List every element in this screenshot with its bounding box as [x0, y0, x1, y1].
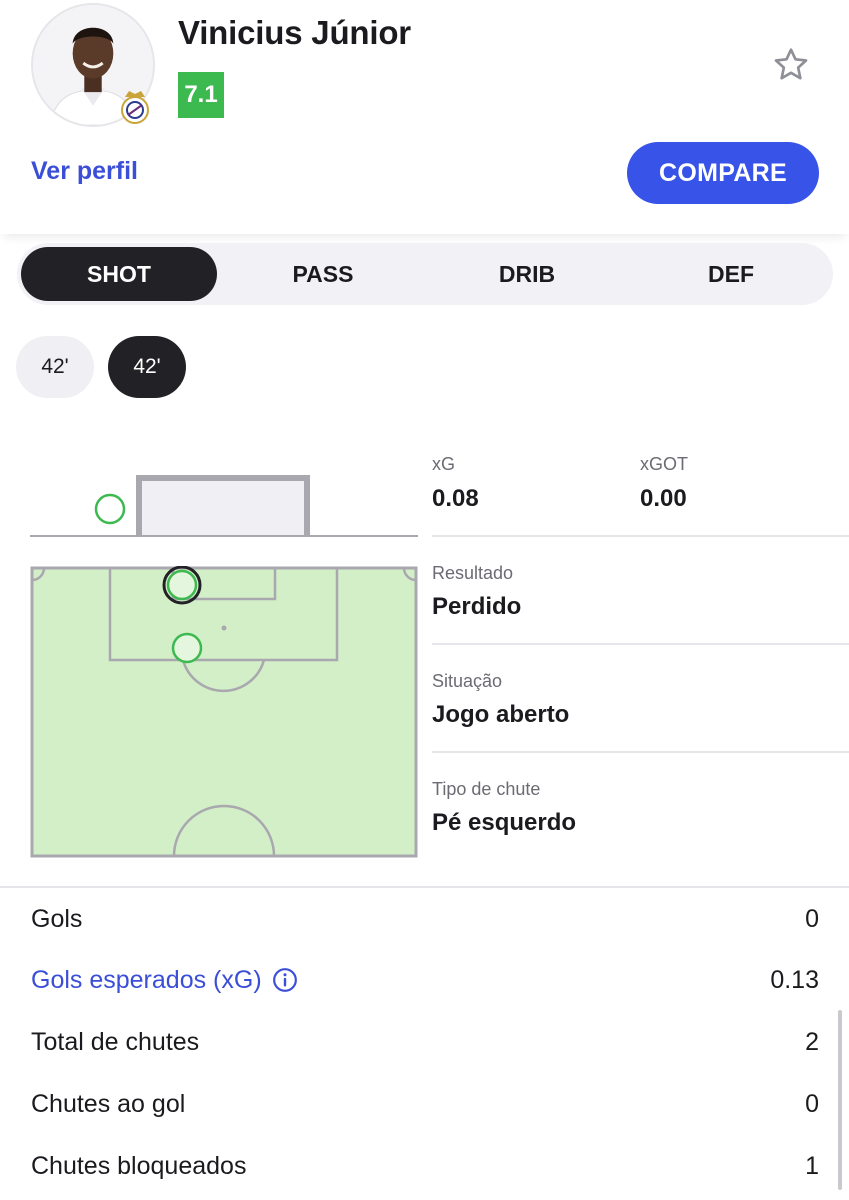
star-outline-icon: [774, 48, 808, 80]
shot-minute-chip[interactable]: 42': [16, 336, 94, 398]
tab-shot[interactable]: SHOT: [21, 247, 217, 301]
shot-marker: [171, 632, 203, 664]
stat-label: Chutes ao gol: [31, 1089, 186, 1118]
xgot-value: 0.00: [640, 485, 687, 512]
goal-frame-fill: [139, 478, 307, 536]
team-crest-icon: [121, 91, 149, 124]
pitch-outline: [30, 566, 418, 858]
stat-row-blocked-shots: Chutes bloqueados 1: [31, 1146, 819, 1186]
stat-label: Chutes bloqueados: [31, 1151, 247, 1180]
penalty-spot: [221, 625, 227, 631]
stat-value: 2: [805, 1027, 819, 1056]
detail-divider: [432, 535, 849, 537]
shot-end-marker: [94, 493, 126, 525]
stat-row-expected-goals: Gols esperados (xG) 0.13: [31, 960, 819, 1000]
player-rating-badge: 7.1: [178, 72, 224, 118]
view-profile-link[interactable]: Ver perfil: [31, 157, 138, 186]
stat-label: Total de chutes: [31, 1027, 200, 1056]
shot-type-value: Pé esquerdo: [432, 809, 577, 836]
stat-value: 0: [805, 1089, 819, 1118]
player-name: Vinicius Júnior: [178, 14, 411, 51]
shot-type-label: Tipo de chute: [432, 779, 541, 799]
detail-divider: [432, 643, 849, 645]
favorite-star-button[interactable]: [770, 44, 812, 86]
xg-value: 0.08: [432, 485, 479, 512]
stat-row-goals: Gols 0: [31, 899, 819, 939]
info-icon[interactable]: [272, 967, 298, 993]
compare-button[interactable]: COMPARE: [627, 142, 819, 204]
stat-row-total-shots: Total de chutes 2: [31, 1022, 819, 1062]
stat-value: 0.13: [770, 965, 819, 994]
stat-label-link[interactable]: Gols esperados (xG): [31, 966, 262, 995]
tab-pass[interactable]: PASS: [225, 247, 421, 301]
stat-row-shots-on-target: Chutes ao gol 0: [31, 1084, 819, 1124]
situation-label: Situação: [432, 671, 503, 691]
shot-minute-chip-selected[interactable]: 42': [108, 336, 186, 398]
result-value: Perdido: [432, 593, 522, 620]
xg-label: xG: [432, 454, 456, 474]
scrollbar[interactable]: [838, 1010, 842, 1190]
tab-drib[interactable]: DRIB: [429, 247, 625, 301]
result-label: Resultado: [432, 563, 514, 583]
section-divider: [0, 886, 849, 888]
shot-map-pitch: [30, 566, 418, 858]
detail-divider: [432, 751, 849, 753]
stat-value: 0: [805, 904, 819, 933]
stat-value: 1: [805, 1151, 819, 1180]
selected-shot-marker: [166, 569, 198, 601]
player-header: Vinicius Júnior 7.1 Ver perfil COMPARE: [0, 0, 849, 234]
situation-value: Jogo aberto: [432, 701, 570, 728]
stat-label: Gols: [31, 904, 83, 933]
xgot-label: xGOT: [640, 454, 688, 474]
goal-mouth-view: [30, 475, 418, 537]
tab-def[interactable]: DEF: [633, 247, 829, 301]
stat-category-tabs: SHOT PASS DRIB DEF: [17, 243, 833, 305]
